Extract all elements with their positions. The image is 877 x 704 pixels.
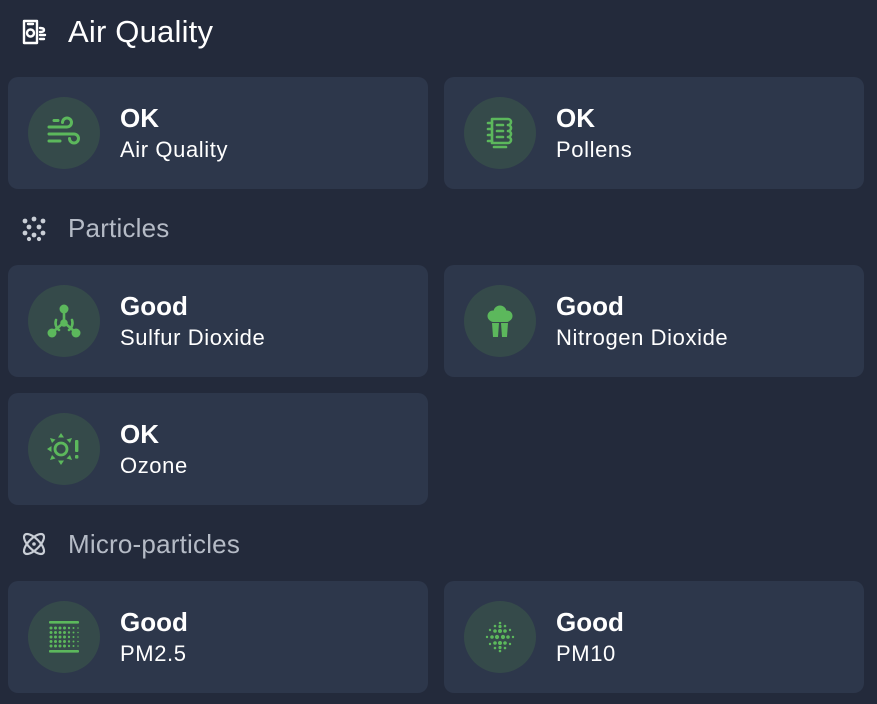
pollens-state: OK bbox=[556, 103, 595, 133]
ozone-label: Ozone bbox=[120, 453, 188, 478]
sulfur-dioxide-card[interactable]: Good Sulfur Dioxide bbox=[8, 265, 428, 377]
pollens-card[interactable]: OK Pollens bbox=[444, 77, 864, 189]
air-filter-icon bbox=[20, 18, 48, 46]
nitrogen-dioxide-label: Nitrogen Dioxide bbox=[556, 325, 729, 350]
grid-dots-icon bbox=[28, 601, 100, 673]
factory-smoke-icon bbox=[464, 285, 536, 357]
micro-particles-section-header: Micro-particles bbox=[20, 528, 240, 560]
micro-particles-section-title: Micro-particles bbox=[68, 528, 241, 559]
pm10-state: Good bbox=[556, 607, 624, 637]
air-quality-state: OK bbox=[120, 103, 159, 133]
nitrogen-dioxide-state: Good bbox=[556, 291, 624, 321]
sun-alert-icon bbox=[28, 413, 100, 485]
atom-icon bbox=[20, 530, 48, 558]
pm25-card[interactable]: Good PM2.5 bbox=[8, 581, 428, 693]
pm25-state: Good bbox=[120, 607, 188, 637]
particles-section-header: Particles bbox=[20, 212, 170, 244]
ozone-state: OK bbox=[120, 419, 159, 449]
pollens-label: Pollens bbox=[556, 137, 633, 162]
wind-icon bbox=[28, 97, 100, 169]
nitrogen-dioxide-card[interactable]: Good Nitrogen Dioxide bbox=[444, 265, 864, 377]
sphere-dots-icon bbox=[464, 601, 536, 673]
pollen-icon bbox=[464, 97, 536, 169]
pm10-card[interactable]: Good PM10 bbox=[444, 581, 864, 693]
pm25-label: PM2.5 bbox=[120, 641, 187, 666]
page-title: Air Quality bbox=[68, 14, 214, 49]
sulfur-dioxide-label: Sulfur Dioxide bbox=[120, 325, 266, 350]
particles-section-title: Particles bbox=[68, 212, 170, 243]
air-quality-card[interactable]: OK Air Quality bbox=[8, 77, 428, 189]
molecule-icon bbox=[28, 285, 100, 357]
ozone-card[interactable]: OK Ozone bbox=[8, 393, 428, 505]
page-header: Air Quality bbox=[20, 14, 213, 50]
dots-icon bbox=[20, 214, 48, 242]
sulfur-dioxide-state: Good bbox=[120, 291, 188, 321]
air-quality-label: Air Quality bbox=[120, 137, 229, 162]
pm10-label: PM10 bbox=[556, 641, 616, 666]
